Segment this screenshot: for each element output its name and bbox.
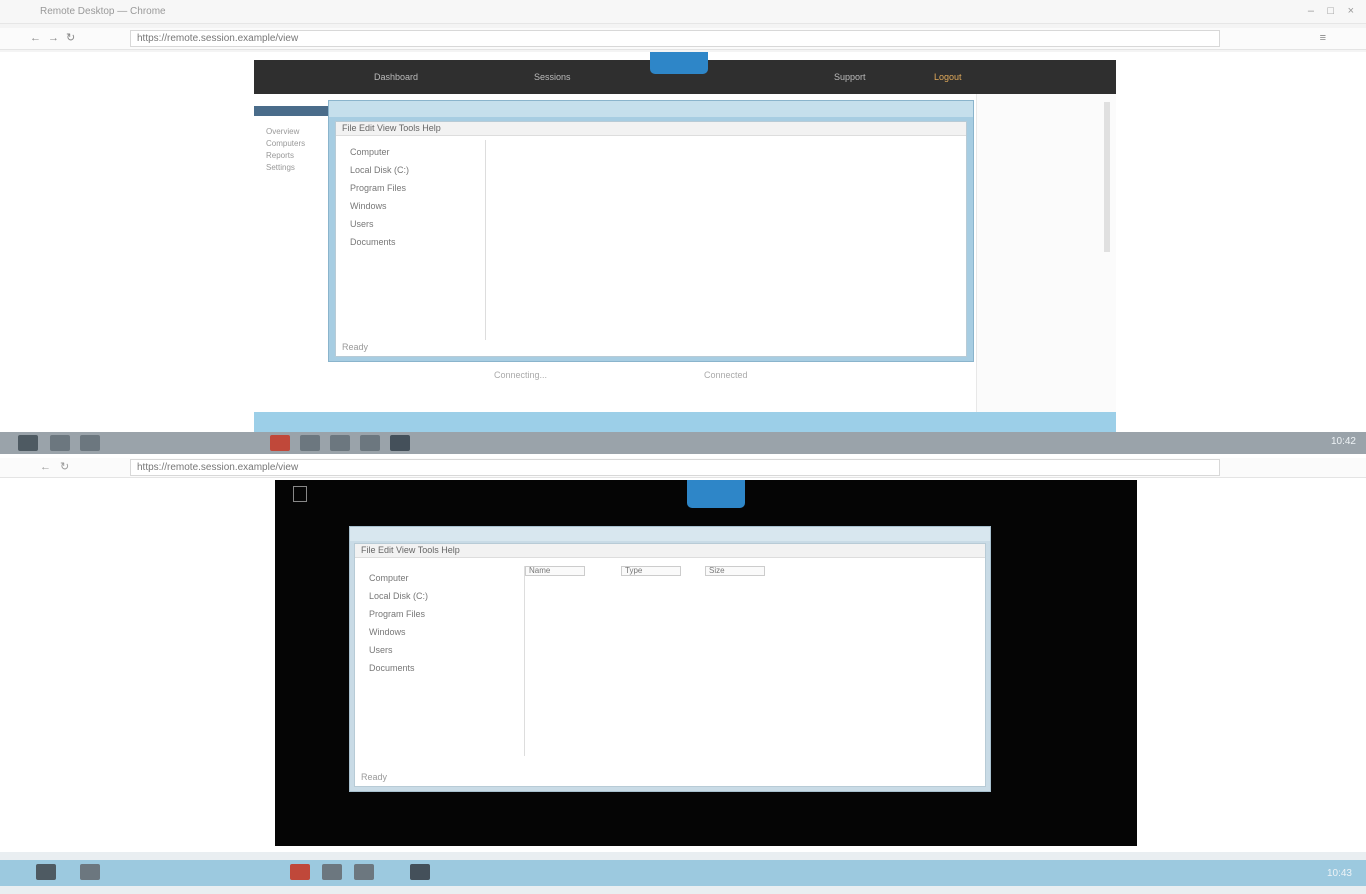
remote-session-tab[interactable] xyxy=(687,480,745,508)
start-button[interactable] xyxy=(18,435,38,451)
tree-item[interactable]: Windows xyxy=(350,200,485,212)
taskbar-clock: 10:43 xyxy=(1326,868,1352,879)
taskbar-app-button[interactable] xyxy=(80,864,100,880)
taskbar-app-button[interactable] xyxy=(330,435,350,451)
window-titlebar: Remote Desktop — Chrome – □ × xyxy=(0,0,1366,24)
tree-item[interactable]: Program Files xyxy=(350,182,485,194)
left-menu-item[interactable]: Reports xyxy=(266,151,316,160)
taskbar-app-button[interactable] xyxy=(50,435,70,451)
taskbar-app-button[interactable] xyxy=(270,435,290,451)
dialog-toolbar[interactable]: File Edit View Tools Help xyxy=(336,122,966,136)
minimize-icon[interactable]: – xyxy=(1308,6,1314,17)
tree-item[interactable]: Computer xyxy=(369,572,524,584)
menu-icon[interactable]: ≡ xyxy=(1320,33,1326,44)
maximize-icon[interactable]: □ xyxy=(1327,6,1334,17)
dialog-status: Ready xyxy=(342,342,369,352)
taskbar-app-button[interactable] xyxy=(300,435,320,451)
dialog-status: Ready xyxy=(361,772,388,782)
status-label: Connecting... xyxy=(494,370,548,380)
taskbar-app-button[interactable] xyxy=(322,864,342,880)
taskbar-strip xyxy=(0,860,1366,886)
forward-icon[interactable]: → xyxy=(48,33,59,44)
dialog-body: File Edit View Tools Help Name Type Size… xyxy=(354,543,986,787)
address-input[interactable]: https://remote.session.example/view xyxy=(130,459,1220,476)
header-link[interactable]: Logout xyxy=(934,72,962,82)
left-menu-item[interactable]: Computers xyxy=(266,139,316,148)
address-bar-row: ← → ↻ https://remote.session.example/vie… xyxy=(0,28,1366,50)
remote-bottom-bar xyxy=(254,412,1116,432)
remote-right-panel xyxy=(976,94,1116,432)
dialog-titlebar xyxy=(350,527,990,541)
address-input[interactable]: https://remote.session.example/view xyxy=(130,30,1220,47)
scrollbar[interactable] xyxy=(1104,102,1110,252)
remote-left-menu: Overview Computers Reports Settings xyxy=(254,94,332,432)
taskbar-clock: 10:42 xyxy=(1330,436,1356,447)
remote-session-tab[interactable] xyxy=(650,52,708,74)
file-dialog-window[interactable]: File Edit View Tools Help Computer Local… xyxy=(328,100,974,362)
left-menu-item[interactable]: Settings xyxy=(266,163,316,172)
header-link[interactable]: Dashboard xyxy=(374,72,418,82)
tree-item[interactable]: Users xyxy=(350,218,485,230)
recycle-bin-icon[interactable] xyxy=(289,486,319,518)
browser-chrome-top: Remote Desktop — Chrome – □ × ← → ↻ http… xyxy=(0,0,1366,52)
taskbar-app-button[interactable] xyxy=(80,435,100,451)
taskbar-app-button[interactable] xyxy=(360,435,380,451)
taskbar-app-button[interactable] xyxy=(410,864,430,880)
tree-item[interactable]: Documents xyxy=(369,662,524,674)
tree-item[interactable]: Documents xyxy=(350,236,485,248)
remote-view-top[interactable]: Dashboard Sessions Support Logout Overvi… xyxy=(254,52,1116,432)
reload-icon[interactable]: ↻ xyxy=(60,462,69,473)
reload-icon[interactable]: ↻ xyxy=(66,33,75,44)
tree-item[interactable]: Windows xyxy=(369,626,524,638)
field[interactable]: Size xyxy=(705,566,765,576)
dialog-body: File Edit View Tools Help Computer Local… xyxy=(335,121,967,357)
left-menu-list: Overview Computers Reports Settings xyxy=(254,124,328,175)
remote-bottom-labels: Connecting... Connected xyxy=(494,370,894,400)
tree-item[interactable]: Local Disk (C:) xyxy=(350,164,485,176)
taskbar-middle: 10:42 xyxy=(0,432,1366,454)
taskbar-app-button[interactable] xyxy=(390,435,410,451)
window-title: Remote Desktop — Chrome xyxy=(40,6,166,17)
start-button[interactable] xyxy=(36,864,56,880)
back-icon[interactable]: ← xyxy=(40,462,51,473)
back-icon[interactable]: ← xyxy=(30,33,41,44)
taskbar-bottom: 10:43 xyxy=(0,852,1366,894)
tree-item[interactable]: Local Disk (C:) xyxy=(369,590,524,602)
folder-tree: Computer Local Disk (C:) Program Files W… xyxy=(355,566,525,756)
remote-view-bottom[interactable]: File Edit View Tools Help Name Type Size… xyxy=(275,480,1137,846)
field-row: Name Type Size xyxy=(525,566,825,590)
folder-tree: Computer Local Disk (C:) Program Files W… xyxy=(336,140,486,340)
field[interactable]: Name xyxy=(525,566,585,576)
dialog-titlebar xyxy=(329,101,973,117)
file-dialog-window[interactable]: File Edit View Tools Help Name Type Size… xyxy=(349,526,991,792)
status-label: Connected xyxy=(704,370,748,380)
tree-item[interactable]: Computer xyxy=(350,146,485,158)
header-link[interactable]: Sessions xyxy=(534,72,571,82)
tree-item[interactable]: Users xyxy=(369,644,524,656)
dialog-toolbar[interactable]: File Edit View Tools Help xyxy=(355,544,985,558)
tree-item[interactable]: Program Files xyxy=(369,608,524,620)
left-menu-highlight xyxy=(254,106,328,116)
field[interactable]: Type xyxy=(621,566,681,576)
address-bar-row-2: ← ↻ https://remote.session.example/view xyxy=(0,458,1366,478)
left-menu-item[interactable]: Overview xyxy=(266,127,316,136)
taskbar-app-button[interactable] xyxy=(290,864,310,880)
header-link[interactable]: Support xyxy=(834,72,866,82)
close-icon[interactable]: × xyxy=(1348,6,1354,17)
taskbar-app-button[interactable] xyxy=(354,864,374,880)
